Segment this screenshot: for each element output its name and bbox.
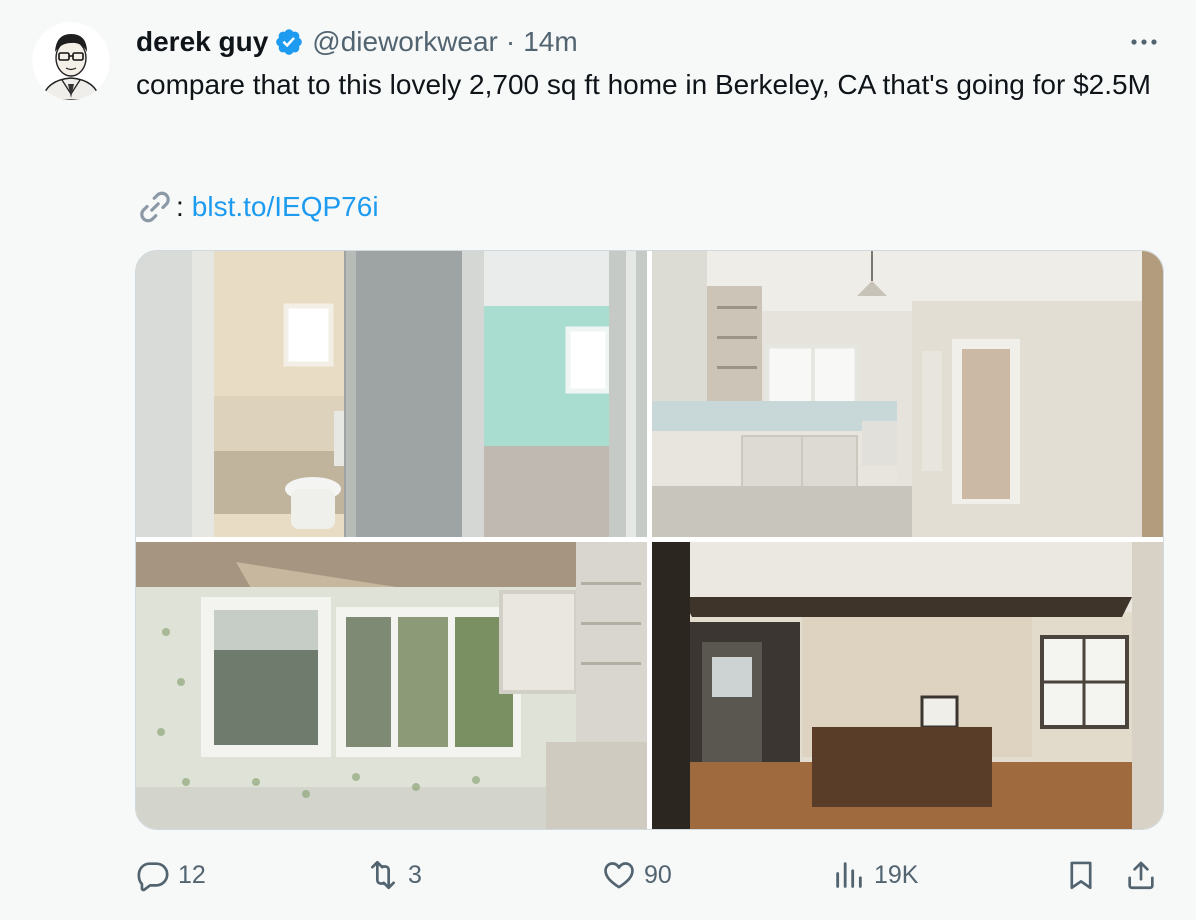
like-button[interactable]: 90	[602, 850, 672, 900]
photo-bathroom[interactable]	[136, 251, 647, 537]
views-button[interactable]: 19K	[832, 850, 918, 900]
media-grid	[135, 250, 1164, 830]
tweet-link[interactable]: blst.to/IEQP76i	[192, 191, 379, 223]
tweet-header: derek guy @dieworkwear · 14m	[136, 26, 578, 58]
link-icon	[140, 191, 170, 223]
tweet-timestamp[interactable]: 14m	[523, 26, 577, 58]
avatar[interactable]	[32, 22, 110, 100]
link-line: : blst.to/IEQP76i	[136, 187, 379, 227]
more-icon	[1131, 39, 1157, 45]
views-icon	[836, 862, 862, 888]
photo-kitchen[interactable]	[652, 251, 1163, 537]
author-handle[interactable]: @dieworkwear	[312, 26, 498, 58]
action-bar: 12 3 90 19K	[0, 850, 1196, 900]
author-name[interactable]: derek guy	[136, 26, 268, 58]
bookmark-button[interactable]	[1064, 850, 1098, 900]
photo-bathroom-image	[136, 251, 647, 537]
like-count: 90	[644, 860, 672, 889]
reply-count: 12	[178, 860, 206, 889]
photo-kitchen-image	[652, 251, 1163, 537]
verified-badge-icon[interactable]	[274, 27, 304, 57]
photo-hallway[interactable]	[652, 542, 1163, 829]
photo-sunroom-image	[136, 542, 647, 829]
repost-button[interactable]: 3	[366, 850, 422, 900]
photo-hallway-image	[652, 542, 1163, 829]
more-button[interactable]	[1124, 30, 1164, 54]
like-icon	[604, 862, 634, 889]
avatar-illustration	[32, 22, 110, 100]
tweet-text: compare that to this lovely 2,700 sq ft …	[136, 66, 1176, 103]
photo-sunroom[interactable]	[136, 542, 647, 829]
views-count: 19K	[874, 860, 919, 889]
share-icon	[1128, 861, 1154, 890]
reply-button[interactable]: 12	[136, 850, 206, 900]
separator-dot: ·	[505, 26, 516, 57]
tweet-body: compare that to this lovely 2,700 sq ft …	[136, 69, 1151, 100]
repost-icon	[371, 860, 395, 890]
share-button[interactable]	[1124, 850, 1158, 900]
link-prefix: :	[176, 191, 184, 222]
reply-icon	[137, 862, 169, 892]
bookmark-icon	[1070, 861, 1092, 890]
repost-count: 3	[408, 860, 422, 889]
